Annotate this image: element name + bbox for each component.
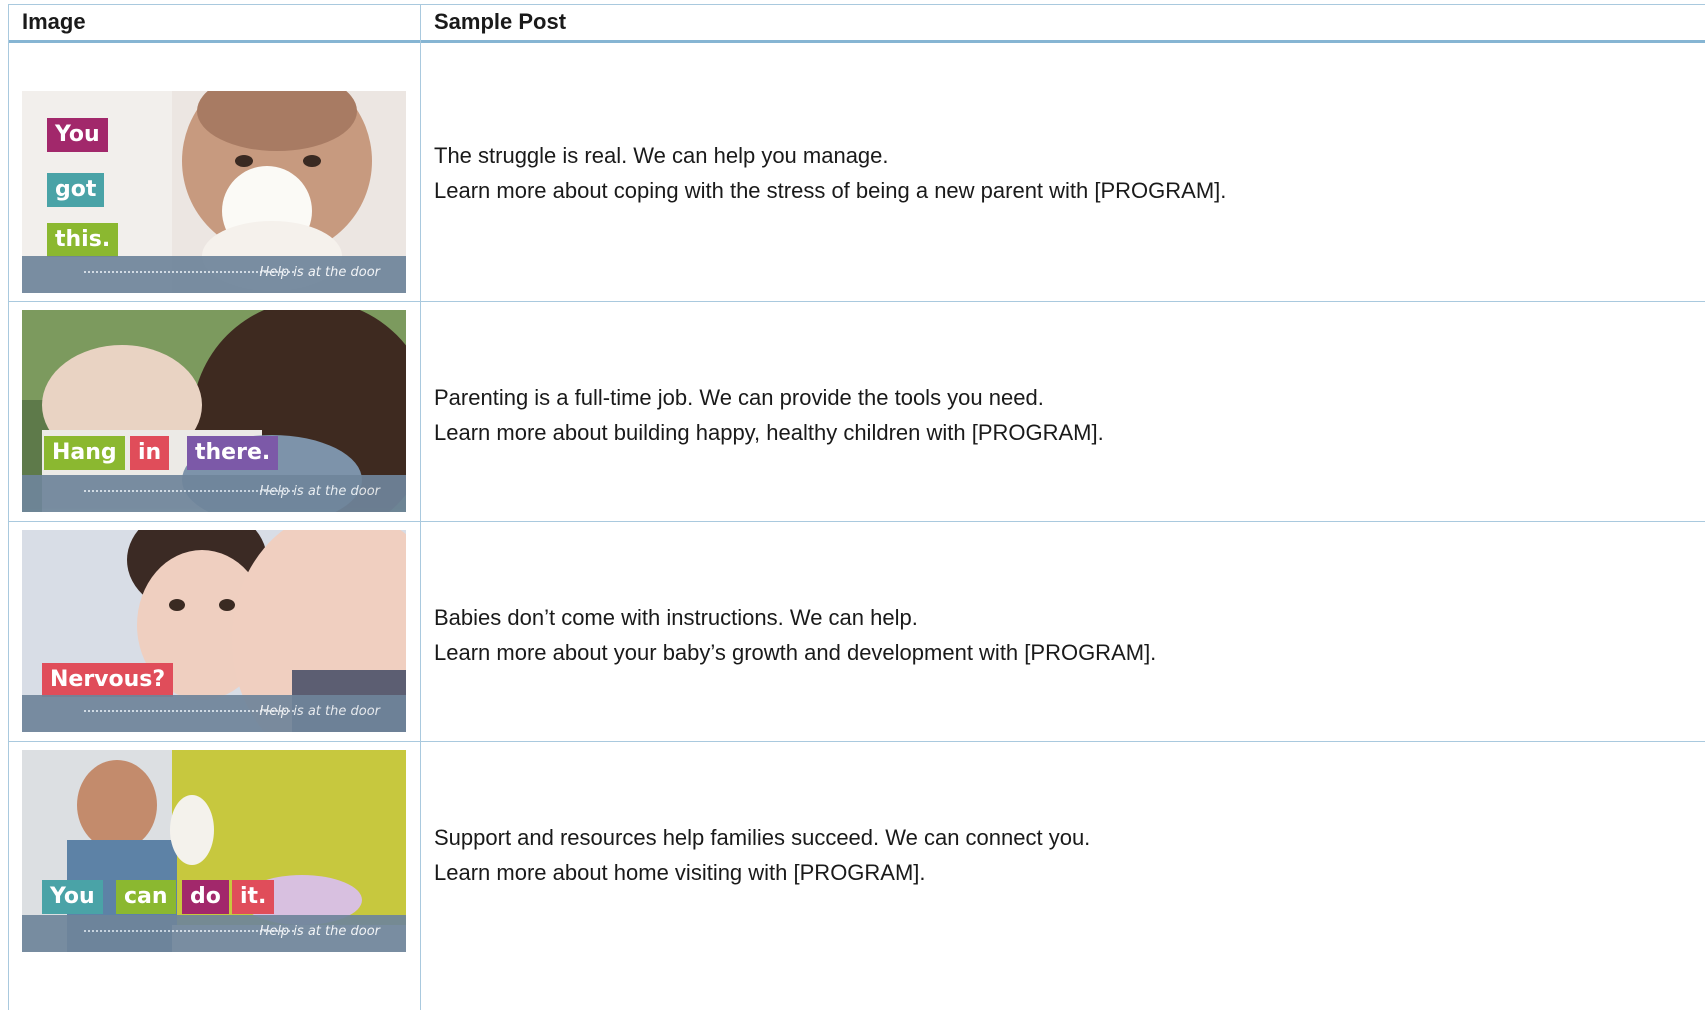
sample-post-text: Parenting is a full-time job. We can pro… <box>434 380 1104 450</box>
tagline-text: Help is at the door <box>259 265 380 280</box>
tagline-banner: Help is at the door <box>22 256 406 293</box>
sample-post-text: Babies don’t come with instructions. We … <box>434 600 1156 670</box>
tagline-banner: Help is at the door <box>22 915 406 952</box>
sample-posts-table: Image Sample Post You got this. Help is … <box>8 4 1705 1010</box>
post-line: Learn more about your baby’s growth and … <box>434 640 1157 665</box>
post-line: Support and resources help families succ… <box>434 825 1091 850</box>
sample-post-text: Support and resources help families succ… <box>434 820 1090 890</box>
table-top-border <box>8 4 1705 5</box>
tagline-banner: Help is at the door <box>22 475 406 512</box>
headline-word: it. <box>232 880 275 914</box>
post-image-thumbnail: Hang in there. Help is at the door <box>22 310 406 512</box>
headline-word: do <box>182 880 229 914</box>
headline-word: You <box>42 880 103 914</box>
table-row: Hang in there. Help is at the door Paren… <box>8 302 1705 521</box>
tagline-text: Help is at the door <box>259 924 380 939</box>
headline-word: there. <box>187 436 279 470</box>
post-image-thumbnail: You got this. Help is at the door <box>22 91 406 293</box>
post-line: Learn more about home visiting with [PRO… <box>434 860 926 885</box>
headline-word: got <box>47 173 105 207</box>
sample-post-text: The struggle is real. We can help you ma… <box>434 138 1226 208</box>
column-header-image: Image <box>22 9 86 34</box>
table-row: You got this. Help is at the door The st… <box>8 43 1705 301</box>
post-line: Learn more about building happy, healthy… <box>434 420 1104 445</box>
tagline-banner: Help is at the door <box>22 695 406 732</box>
headline-word: in <box>130 436 170 470</box>
tagline-text: Help is at the door <box>259 484 380 499</box>
table-row: Nervous? Help is at the door Babies don’… <box>8 522 1705 741</box>
post-line: Parenting is a full-time job. We can pro… <box>434 385 1044 410</box>
column-header-sample-post: Sample Post <box>434 9 567 34</box>
tagline-text: Help is at the door <box>259 704 380 719</box>
headline-word: can <box>116 880 176 914</box>
headline-word: Nervous? <box>42 663 174 697</box>
post-image-thumbnail: Nervous? Help is at the door <box>22 530 406 732</box>
headline-word: Hang <box>44 436 125 470</box>
table-row: You can do it. Help is at the door Suppo… <box>8 742 1705 1010</box>
post-line: Learn more about coping with the stress … <box>434 178 1227 203</box>
post-image-thumbnail: You can do it. Help is at the door <box>22 750 406 952</box>
headline-word: You <box>47 118 108 152</box>
headline-word: this. <box>47 223 119 257</box>
post-line: Babies don’t come with instructions. We … <box>434 605 918 630</box>
post-line: The struggle is real. We can help you ma… <box>434 143 889 168</box>
